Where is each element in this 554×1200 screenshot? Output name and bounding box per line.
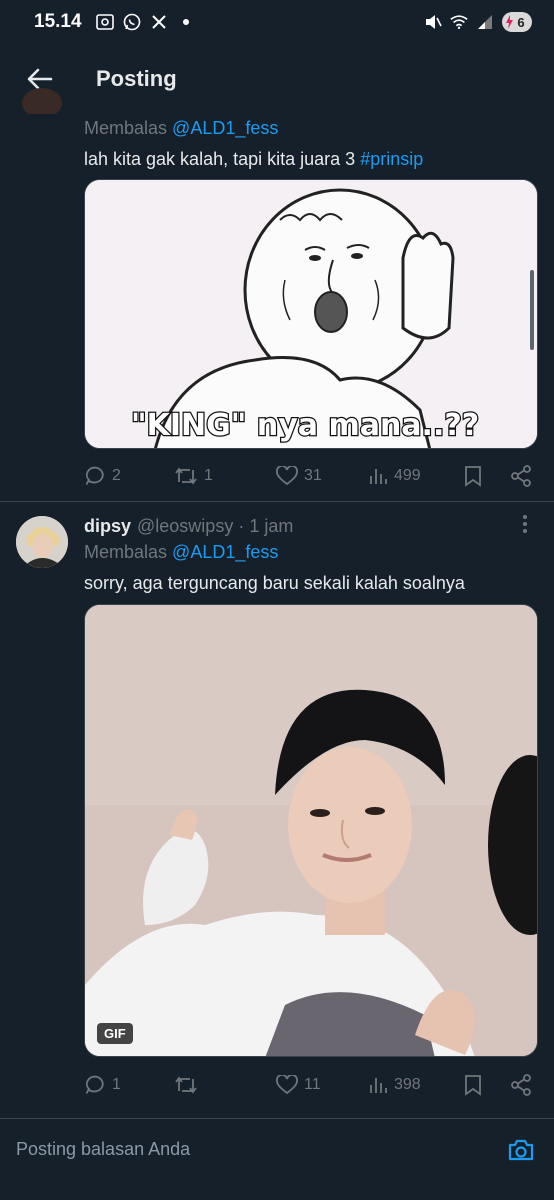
arrow-left-icon — [27, 68, 53, 90]
tweet-header: dipsy @leoswipsy · 1 jam — [84, 514, 534, 539]
reply-button[interactable]: 2 — [84, 465, 174, 487]
like-button[interactable]: 11 — [276, 1075, 368, 1095]
reply-prefix: Membalas — [84, 542, 168, 562]
views-count: 499 — [394, 467, 421, 484]
retweet-count: 1 — [204, 467, 213, 484]
reply-handle-link[interactable]: @ALD1_fess — [172, 542, 278, 562]
top-app-bar: Posting — [0, 44, 554, 114]
like-button[interactable]: 31 — [276, 466, 368, 486]
x-app-icon — [150, 13, 168, 31]
meme-caption: "KING" nya mana..?? — [131, 408, 479, 443]
views-count: 398 — [394, 1076, 421, 1093]
tweet-body: lah kita gak kalah, tapi kita juara 3 — [84, 149, 356, 169]
share-button[interactable] — [510, 1074, 532, 1096]
reply-prefix: Membalas — [84, 118, 168, 138]
wifi-icon — [450, 13, 468, 31]
reply-to-line: Membalas @ALD1_fess — [84, 118, 278, 139]
reply-handle-link[interactable]: @ALD1_fess — [172, 118, 278, 138]
battery-bolt-icon — [506, 15, 513, 29]
retweet-button[interactable]: 1 — [174, 466, 276, 486]
scrollbar[interactable] — [530, 270, 534, 350]
display-name[interactable]: dipsy — [84, 516, 131, 537]
page-title: Posting — [96, 66, 177, 91]
camera-icon — [508, 1139, 534, 1160]
like-count: 11 — [304, 1076, 321, 1093]
share-button[interactable] — [510, 465, 532, 487]
tweet-text: sorry, aga terguncang baru sekali kalah … — [84, 573, 465, 593]
reply-input[interactable] — [16, 1139, 504, 1160]
retweet-icon — [175, 467, 197, 485]
timestamp[interactable]: 1 jam — [249, 516, 293, 537]
bookmark-icon — [465, 466, 481, 487]
heart-icon — [276, 466, 298, 486]
screenshot-icon — [95, 13, 114, 31]
gif-badge: GIF — [97, 1023, 133, 1044]
system-nav-bar — [0, 1180, 554, 1200]
reply-icon — [85, 466, 104, 485]
hashtag-link[interactable]: #prinsip — [360, 149, 423, 169]
mute-icon — [424, 13, 442, 31]
retweet-icon — [175, 1076, 197, 1094]
dot-icon — [177, 13, 195, 31]
more-vertical-icon — [523, 515, 527, 533]
views-icon — [370, 1078, 387, 1093]
like-count: 31 — [304, 467, 322, 484]
avatar[interactable] — [16, 516, 68, 568]
reply-count: 1 — [112, 1076, 121, 1093]
divider — [0, 501, 554, 502]
reply-composer — [0, 1118, 554, 1180]
bookmark-button[interactable] — [464, 1074, 510, 1096]
avatar-photo — [16, 516, 68, 568]
camera-button[interactable] — [504, 1133, 538, 1167]
status-time: 15.14 — [34, 11, 82, 32]
tweet-gif[interactable]: GIF — [84, 604, 538, 1057]
share-icon — [511, 1074, 531, 1096]
tweet-actions: 2 1 31 499 — [84, 461, 534, 491]
retweet-button[interactable] — [174, 1075, 276, 1095]
views-button[interactable]: 398 — [368, 1075, 464, 1095]
views-icon — [370, 469, 387, 484]
more-options-button[interactable] — [522, 514, 528, 539]
meme-image: "KING" nya mana..?? — [85, 180, 537, 448]
bookmark-button[interactable] — [464, 465, 510, 487]
tweet-actions: 1 11 398 — [84, 1070, 534, 1100]
signal-icon — [476, 13, 494, 31]
reply-to-line: Membalas @ALD1_fess — [84, 542, 278, 563]
battery-indicator: 6 — [502, 12, 532, 32]
status-bar: 15.14 6 — [0, 0, 554, 44]
reply-button[interactable]: 1 — [84, 1074, 174, 1096]
views-button[interactable]: 499 — [368, 466, 464, 486]
heart-icon — [276, 1075, 298, 1095]
battery-level: 6 — [517, 14, 525, 30]
reply-icon — [85, 1075, 104, 1094]
whatsapp-icon — [123, 13, 141, 31]
bookmark-icon — [465, 1075, 481, 1096]
tweet-image[interactable]: "KING" nya mana..?? — [84, 179, 538, 449]
share-icon — [511, 465, 531, 487]
tweet-text: lah kita gak kalah, tapi kita juara 3 #p… — [84, 149, 423, 170]
gif-image — [85, 605, 537, 1056]
username[interactable]: @leoswipsy — [137, 516, 233, 537]
reply-count: 2 — [112, 467, 121, 484]
